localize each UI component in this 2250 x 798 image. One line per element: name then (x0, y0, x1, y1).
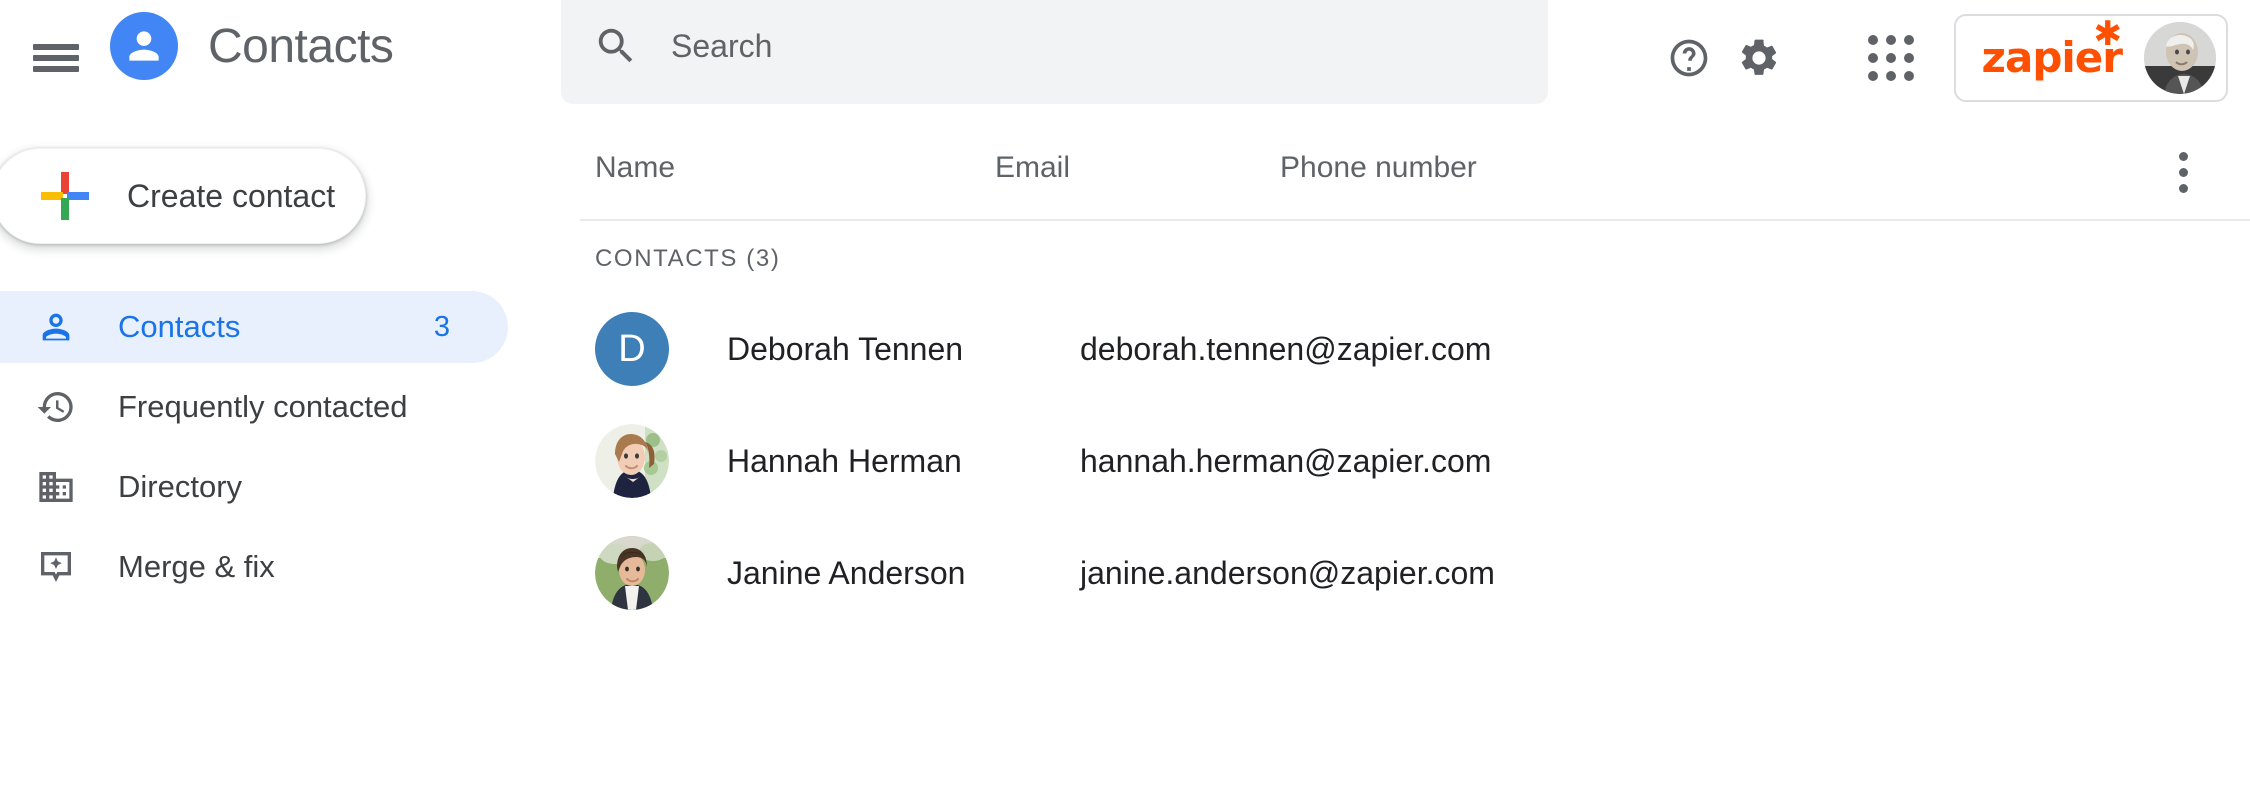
header-actions: zapier ✱ (1654, 0, 2238, 116)
kebab-more-options-icon[interactable] (2154, 143, 2212, 201)
table-row[interactable]: Janine Anderson janine.anderson@zapier.c… (510, 517, 2250, 629)
sidebar-nav: Contacts 3 Frequently contacted Director… (0, 291, 510, 611)
contacts-list: D Deborah Tennen deborah.tennen@zapier.c… (510, 293, 2250, 629)
create-contact-button[interactable]: Create contact (0, 148, 366, 244)
building-directory-icon (36, 467, 76, 507)
apps-grid-icon[interactable] (1856, 23, 1926, 93)
contact-name: Deborah Tennen (727, 331, 1067, 368)
sidebar-item-label: Frequently contacted (118, 389, 408, 425)
search-bar[interactable] (561, 0, 1548, 104)
sidebar-item-count: 3 (434, 311, 450, 344)
user-avatar-photo[interactable] (2144, 22, 2216, 94)
account-switcher[interactable]: zapier ✱ (1954, 14, 2228, 102)
avatar-initial: D (618, 328, 645, 371)
merge-sparkle-icon (36, 547, 76, 587)
sidebar-item-merge-and-fix[interactable]: Merge & fix (0, 531, 508, 603)
contact-name: Janine Anderson (727, 555, 1067, 592)
help-question-icon[interactable] (1654, 23, 1724, 93)
google-plus-icon (39, 170, 91, 222)
history-clock-icon (36, 387, 76, 427)
brand: Contacts (110, 12, 393, 80)
table-row[interactable]: D Deborah Tennen deborah.tennen@zapier.c… (510, 293, 2250, 405)
search-icon (593, 23, 639, 69)
create-contact-label: Create contact (127, 178, 335, 215)
contact-name: Hannah Herman (727, 443, 1067, 480)
contacts-person-logo-icon (110, 12, 178, 80)
sidebar-item-directory[interactable]: Directory (0, 451, 508, 523)
contacts-table-header: Name Email Phone number (510, 115, 2250, 221)
sidebar-item-frequently-contacted[interactable]: Frequently contacted (0, 371, 508, 443)
sidebar-item-label: Contacts (118, 309, 240, 345)
table-row[interactable]: Hannah Herman hannah.herman@zapier.com (510, 405, 2250, 517)
sidebar-item-contacts[interactable]: Contacts 3 (0, 291, 508, 363)
avatar (595, 424, 669, 498)
contacts-app-window: Contacts zapier (0, 0, 2250, 798)
gear-settings-icon[interactable] (1724, 23, 1794, 93)
contacts-section-label: CONTACTS (3) (595, 245, 780, 273)
avatar (595, 536, 669, 610)
search-input[interactable] (671, 28, 1548, 65)
avatar: D (595, 312, 669, 386)
contact-email: janine.anderson@zapier.com (1080, 555, 1495, 592)
table-header-divider (580, 219, 2250, 221)
column-header-email[interactable]: Email (995, 151, 1070, 185)
sidebar: Create contact Contacts 3 Frequently con… (0, 115, 510, 798)
contacts-main-panel: Name Email Phone number CONTACTS (3) D D… (510, 115, 2250, 798)
hamburger-menu-icon[interactable] (33, 38, 79, 78)
page-title: Contacts (208, 19, 393, 74)
sidebar-item-label: Directory (118, 469, 242, 505)
app-header: Contacts zapier (0, 0, 2250, 115)
zapier-asterisk-icon: ✱ (2094, 17, 2123, 51)
column-header-name[interactable]: Name (595, 151, 675, 185)
column-header-phone[interactable]: Phone number (1280, 151, 1477, 185)
zapier-brand-logo: zapier ✱ (1982, 37, 2122, 79)
sidebar-item-label: Merge & fix (118, 549, 275, 585)
contact-email: deborah.tennen@zapier.com (1080, 331, 1491, 368)
person-icon (36, 307, 76, 347)
contact-email: hannah.herman@zapier.com (1080, 443, 1491, 480)
